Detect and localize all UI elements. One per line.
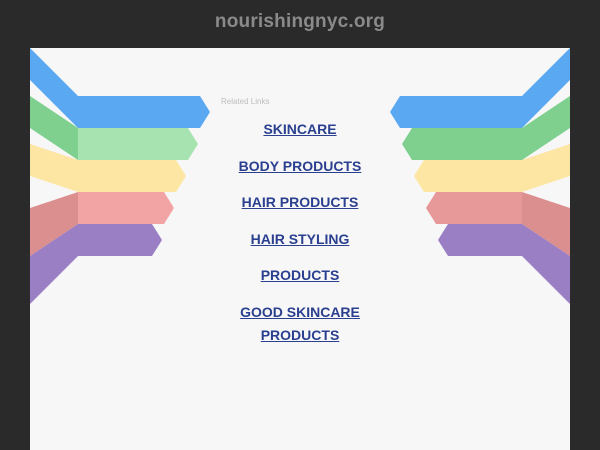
related-links-list: SKINCARE BODY PRODUCTS HAIR PRODUCTS HAI… <box>30 118 570 347</box>
parked-domain-page: nourishingnyc.org Related Links SKINCARE… <box>0 0 600 450</box>
content-panel: Related Links SKINCARE BODY PRODUCTS HAI… <box>30 48 570 450</box>
link-skincare[interactable]: SKINCARE <box>30 118 570 155</box>
link-body-products[interactable]: BODY PRODUCTS <box>30 155 570 192</box>
site-title: nourishingnyc.org <box>214 11 386 32</box>
link-good-skincare-products[interactable]: GOOD SKINCARE PRODUCTS <box>230 301 370 347</box>
link-hair-styling[interactable]: HAIR STYLING <box>30 228 570 265</box>
related-links-label: Related Links <box>221 97 270 106</box>
link-hair-products[interactable]: HAIR PRODUCTS <box>30 191 570 228</box>
link-products[interactable]: PRODUCTS <box>30 264 570 301</box>
